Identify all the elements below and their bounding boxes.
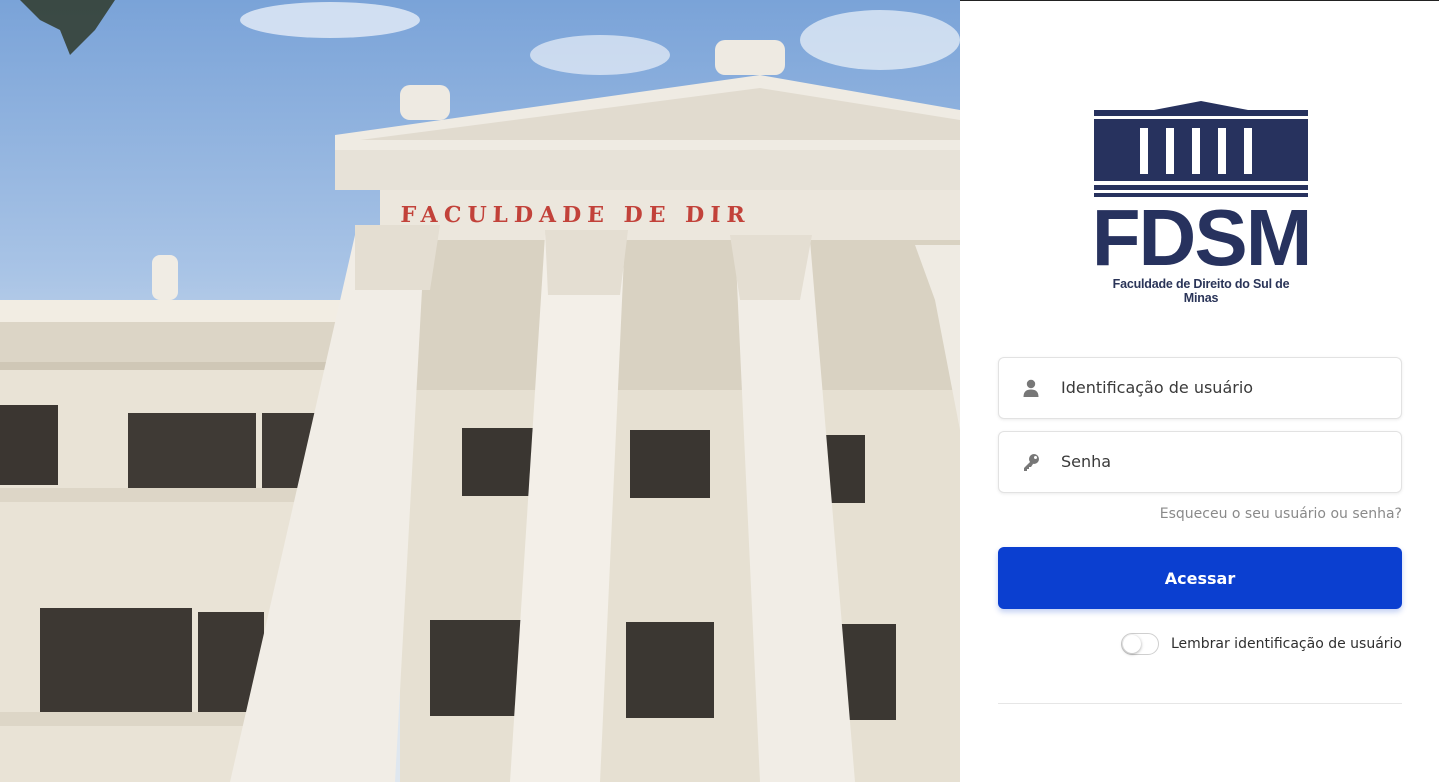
remember-user-label: Lembrar identificação de usuário bbox=[1170, 636, 1402, 652]
switch-knob bbox=[1122, 635, 1141, 653]
forgot-credentials-link[interactable]: Esqueceu o seu usuário ou senha? bbox=[1160, 506, 1402, 522]
remember-user-switch[interactable] bbox=[1120, 633, 1159, 655]
user-icon bbox=[1021, 378, 1041, 398]
logo-acronym: FDSM bbox=[1094, 193, 1308, 276]
login-button[interactable]: Acessar bbox=[998, 547, 1402, 609]
password-input[interactable] bbox=[1061, 452, 1381, 471]
login-panel: FDSM Faculdade de Direito do Sul de Mina… bbox=[960, 0, 1439, 782]
divider bbox=[998, 703, 1402, 704]
fdsm-logo: FDSM Faculdade de Direito do Sul de Mina… bbox=[1092, 101, 1312, 305]
key-icon bbox=[1021, 452, 1041, 472]
building-illustration: FACULDADE DE DIR bbox=[0, 0, 960, 782]
login-page: FACULDADE DE DIR FDSM Faculdade de Direi… bbox=[0, 0, 1439, 782]
remember-user-toggle-row: Lembrar identificação de usuário bbox=[1120, 631, 1402, 657]
username-input[interactable] bbox=[1061, 378, 1381, 397]
logo-caption: Faculdade de Direito do Sul de Minas bbox=[1112, 277, 1290, 305]
password-field[interactable] bbox=[998, 431, 1402, 493]
logo-mark: FDSM bbox=[1092, 101, 1312, 282]
username-field[interactable] bbox=[998, 357, 1402, 419]
building-inscription: FACULDADE DE DIR bbox=[400, 202, 751, 228]
building-photo: FACULDADE DE DIR bbox=[0, 0, 960, 782]
